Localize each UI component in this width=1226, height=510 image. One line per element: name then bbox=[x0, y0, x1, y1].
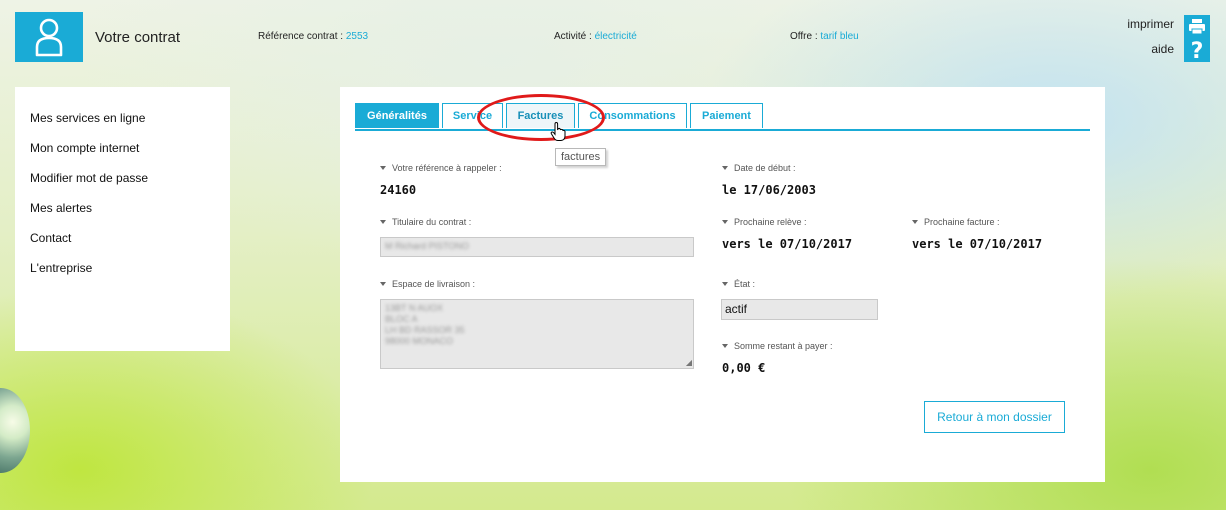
caret-icon bbox=[380, 219, 386, 224]
sidebar: Mes services en ligne Mon compte interne… bbox=[15, 87, 230, 351]
balance-label-text: Somme restant à payer : bbox=[734, 341, 833, 351]
next-invoice-label-text: Prochaine facture : bbox=[924, 217, 1000, 227]
caret-icon bbox=[722, 165, 728, 170]
sidebar-item-account[interactable]: Mon compte internet bbox=[30, 141, 230, 171]
status-field: actif bbox=[721, 299, 878, 320]
user-icon bbox=[35, 18, 63, 57]
caret-icon bbox=[722, 219, 728, 224]
sidebar-item-contact[interactable]: Contact bbox=[30, 231, 230, 261]
print-link[interactable]: imprimer bbox=[1127, 17, 1174, 31]
caret-icon bbox=[380, 165, 386, 170]
delivery-label: Espace de livraison : bbox=[380, 279, 475, 289]
top-bar: Votre contrat Référence contrat : 2553 A… bbox=[0, 0, 1226, 75]
contract-panel: Généralités Service Factures Consommatio… bbox=[340, 87, 1105, 482]
sidebar-item-services[interactable]: Mes services en ligne bbox=[30, 111, 230, 141]
caret-icon bbox=[722, 343, 728, 348]
activity-label: Activité : bbox=[554, 31, 595, 42]
sidebar-item-password[interactable]: Modifier mot de passe bbox=[30, 171, 230, 201]
help-link[interactable]: aide bbox=[1151, 42, 1174, 56]
ref-value: 24160 bbox=[380, 183, 417, 197]
holder-label: Titulaire du contrat : bbox=[380, 217, 471, 227]
start-label-text: Date de début : bbox=[734, 163, 796, 173]
start-label: Date de début : bbox=[722, 163, 796, 173]
holder-value: M Richard PISTONO bbox=[385, 241, 469, 251]
next-reading-label-text: Prochaine relève : bbox=[734, 217, 807, 227]
user-logo bbox=[15, 12, 83, 62]
balance-value: 0,00 € bbox=[722, 361, 766, 375]
offer-label: Offre : bbox=[790, 31, 821, 42]
contract-ref-value: 2553 bbox=[345, 31, 369, 42]
contract-ref-label: Référence contrat : bbox=[258, 31, 346, 42]
sidebar-item-company[interactable]: L'entreprise bbox=[30, 261, 230, 291]
balance-label: Somme restant à payer : bbox=[722, 341, 833, 351]
back-to-file-button[interactable]: Retour à mon dossier bbox=[924, 401, 1065, 433]
resize-handle-icon[interactable]: ◢ bbox=[686, 359, 692, 367]
offer: Offre : tarif bleu bbox=[790, 31, 859, 42]
sidebar-item-alerts[interactable]: Mes alertes bbox=[30, 201, 230, 231]
next-invoice-value: vers le 07/10/2017 bbox=[912, 237, 1043, 251]
next-reading-value: vers le 07/10/2017 bbox=[722, 237, 853, 251]
hand-cursor-icon bbox=[550, 122, 566, 141]
delivery-value: 13BT N AUOX BLOC A LH BD RASSOR 35 98000… bbox=[385, 303, 465, 346]
caret-icon bbox=[912, 219, 918, 224]
highlight-circle bbox=[477, 94, 605, 141]
decorative-orb bbox=[0, 388, 30, 473]
caret-icon bbox=[380, 281, 386, 286]
help-icon[interactable]: ? bbox=[1184, 37, 1210, 62]
start-value: le 17/06/2003 bbox=[722, 183, 816, 197]
page-title: Votre contrat bbox=[95, 29, 181, 46]
tool-icons[interactable]: ? bbox=[1184, 15, 1210, 62]
delivery-label-text: Espace de livraison : bbox=[392, 279, 476, 289]
ref-label-text: Votre référence à rappeler : bbox=[392, 163, 502, 173]
next-reading-label: Prochaine relève : bbox=[722, 217, 807, 227]
holder-label-text: Titulaire du contrat : bbox=[392, 217, 472, 227]
tab-bar: Généralités Service Factures Consommatio… bbox=[355, 103, 1090, 131]
ref-label: Votre référence à rappeler : bbox=[380, 163, 502, 173]
status-label-text: État : bbox=[734, 279, 756, 289]
svg-text:?: ? bbox=[1191, 39, 1204, 62]
caret-icon bbox=[722, 281, 728, 286]
activity: Activité : électricité bbox=[554, 31, 637, 42]
delivery-textarea[interactable]: 13BT N AUOX BLOC A LH BD RASSOR 35 98000… bbox=[380, 299, 694, 369]
tooltip: factures bbox=[555, 148, 607, 166]
tab-generalites[interactable]: Généralités bbox=[355, 103, 439, 128]
next-invoice-label: Prochaine facture : bbox=[912, 217, 1000, 227]
activity-value: électricité bbox=[594, 31, 637, 42]
contract-ref: Référence contrat : 2553 bbox=[258, 31, 368, 42]
holder-field[interactable]: M Richard PISTONO bbox=[380, 237, 694, 257]
tab-paiement[interactable]: Paiement bbox=[690, 103, 763, 128]
status-label: État : bbox=[722, 279, 755, 289]
offer-value: tarif bleu bbox=[820, 31, 859, 42]
printer-icon[interactable] bbox=[1184, 15, 1210, 37]
